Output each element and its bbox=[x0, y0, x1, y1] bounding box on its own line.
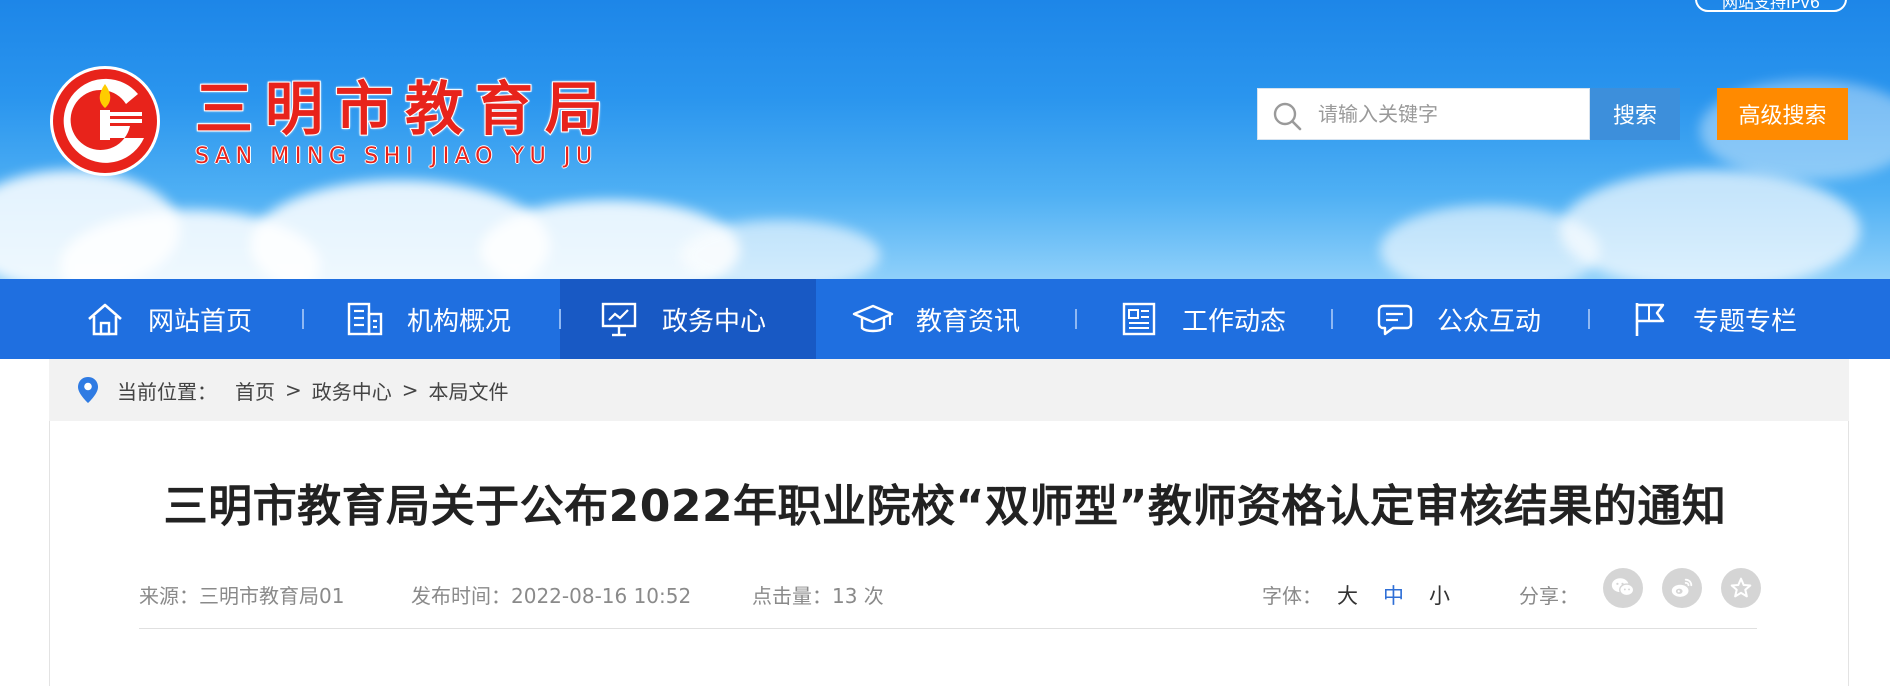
font-size-label: 字体： bbox=[1262, 584, 1322, 608]
logo-emblem-icon[interactable] bbox=[48, 64, 162, 178]
newspaper-icon bbox=[1122, 302, 1156, 336]
search-button[interactable]: 搜索 bbox=[1590, 88, 1680, 140]
nav-item-work-updates[interactable]: 工作动态 bbox=[1118, 279, 1286, 359]
nav-label: 专题专栏 bbox=[1693, 306, 1798, 337]
font-size-large[interactable]: 大 bbox=[1337, 580, 1358, 610]
breadcrumb: 当前位置： 首页 > 政务中心 > 本局文件 bbox=[49, 359, 1849, 421]
article-click-count: 点击量：13 次 bbox=[752, 584, 884, 608]
article-source: 来源：三明市教育局01 bbox=[139, 584, 345, 608]
nav-item-government-center[interactable]: 政务中心 bbox=[560, 279, 816, 359]
favorite-star-icon[interactable] bbox=[1721, 568, 1761, 608]
nav-label: 教育资讯 bbox=[916, 306, 1021, 337]
nav-label: 网站首页 bbox=[148, 306, 253, 337]
nav-item-home[interactable]: 网站首页 bbox=[84, 279, 252, 359]
breadcrumb-government-center[interactable]: 政务中心 bbox=[312, 376, 392, 405]
nav-item-organization[interactable]: 机构概况 bbox=[343, 279, 511, 359]
share-label: 分享： bbox=[1519, 584, 1579, 608]
header-banner: 网站支持IPv6 三明市教育局 SAN MING SHI JIAO YU JU … bbox=[0, 0, 1890, 279]
cloud-decoration bbox=[680, 220, 880, 279]
search-icon bbox=[1273, 102, 1302, 131]
ipv6-badge: 网站支持IPv6 bbox=[1695, 0, 1847, 12]
site-title[interactable]: 三明市教育局 bbox=[194, 62, 615, 146]
nav-divider bbox=[1331, 309, 1333, 329]
weibo-icon[interactable] bbox=[1662, 568, 1702, 608]
presentation-icon bbox=[601, 302, 637, 337]
nav-divider bbox=[559, 309, 561, 329]
breadcrumb-home[interactable]: 首页 bbox=[235, 376, 275, 405]
nav-divider bbox=[1075, 309, 1077, 329]
graduation-cap-icon bbox=[852, 304, 894, 333]
advanced-search-button[interactable]: 高级搜索 bbox=[1717, 88, 1848, 140]
meta-divider bbox=[139, 628, 1757, 629]
nav-divider bbox=[1588, 309, 1590, 329]
breadcrumb-separator: > bbox=[285, 378, 302, 402]
chat-icon bbox=[1377, 304, 1413, 336]
breadcrumb-separator: > bbox=[401, 378, 419, 402]
font-size-small[interactable]: 小 bbox=[1429, 580, 1450, 610]
location-pin-icon bbox=[78, 377, 98, 403]
nav-item-education-news[interactable]: 教育资讯 bbox=[852, 279, 1020, 359]
cloud-decoration bbox=[1560, 170, 1860, 279]
nav-label: 工作动态 bbox=[1182, 306, 1287, 337]
article-title: 三明市教育局关于公布2022年职业院校“双师型”教师资格认定审核结果的通知 bbox=[163, 481, 1727, 532]
page: 网站支持IPv6 三明市教育局 SAN MING SHI JIAO YU JU … bbox=[0, 0, 1890, 686]
home-icon bbox=[88, 303, 122, 336]
nav-label: 机构概况 bbox=[407, 306, 512, 337]
search-box bbox=[1257, 88, 1590, 140]
breadcrumb-prefix: 当前位置： bbox=[117, 379, 217, 404]
font-size-medium[interactable]: 中 bbox=[1383, 580, 1404, 610]
nav-item-public-interaction[interactable]: 公众互动 bbox=[1373, 279, 1541, 359]
article-publish-time: 发布时间：2022-08-16 10:52 bbox=[411, 584, 692, 608]
nav-label: 政务中心 bbox=[662, 306, 767, 337]
search-input[interactable] bbox=[1318, 89, 1583, 139]
nav-divider bbox=[302, 309, 304, 329]
main-nav: 网站首页 机构概况 政务中心 教育资讯 工作动态 公众互动 专题专栏 bbox=[0, 279, 1890, 359]
flag-icon bbox=[1635, 303, 1665, 336]
wechat-icon[interactable] bbox=[1603, 568, 1643, 608]
nav-item-special-topics[interactable]: 专题专栏 bbox=[1629, 279, 1797, 359]
breadcrumb-bureau-documents[interactable]: 本局文件 bbox=[429, 376, 509, 405]
nav-label: 公众互动 bbox=[1437, 306, 1542, 337]
site-subtitle: SAN MING SHI JIAO YU JU bbox=[195, 144, 598, 169]
building-icon bbox=[347, 302, 383, 336]
